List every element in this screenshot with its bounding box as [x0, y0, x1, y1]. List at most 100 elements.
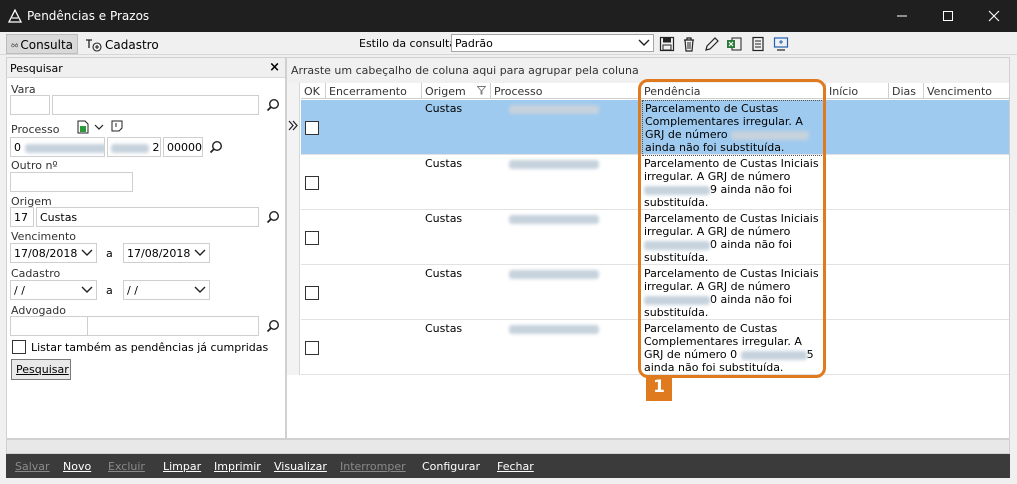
processo-field-1[interactable]: 0	[10, 137, 105, 157]
estilo-label: Estilo da consulta	[359, 37, 457, 50]
chevron-down-icon	[194, 249, 206, 256]
row-ok-checkbox[interactable]	[305, 231, 319, 245]
processo-field-2[interactable]: 2	[107, 137, 161, 157]
row-processo-redacted	[509, 160, 599, 169]
row-origem: Custas	[425, 267, 463, 280]
add-text-icon	[86, 39, 102, 52]
document-list-icon[interactable]	[750, 36, 766, 52]
advogado-code-input[interactable]	[10, 316, 88, 336]
limpar-button[interactable]: Limpar	[163, 460, 201, 473]
visualizar-button[interactable]: Visualizar	[274, 460, 327, 473]
window-title: Pendências e Prazos	[27, 9, 150, 23]
horizontal-scrollbar[interactable]	[6, 439, 1010, 454]
cadastro-to-select[interactable]: / /	[123, 280, 210, 300]
current-row-indicator-icon	[288, 120, 298, 131]
row-processo-redacted	[509, 270, 599, 279]
cadastro-label: Cadastro	[11, 267, 61, 280]
row-processo-redacted	[509, 325, 599, 334]
row-origem: Custas	[425, 212, 463, 225]
minimize-button[interactable]	[879, 0, 925, 32]
save-icon[interactable]	[659, 36, 675, 52]
tab-cadastro-label: Cadastro	[105, 38, 159, 52]
excluir-button[interactable]: Excluir	[108, 460, 145, 473]
row-ok-checkbox[interactable]	[305, 341, 319, 355]
chevron-down-icon	[81, 286, 93, 293]
estilo-value: Padrão	[455, 37, 493, 50]
search-panel-title: Pesquisar	[10, 62, 63, 75]
close-panel-icon[interactable]: ×	[269, 60, 280, 75]
search-icon[interactable]	[266, 98, 280, 112]
outro-input[interactable]	[10, 172, 133, 192]
tab-consulta[interactable]: Consulta	[6, 34, 78, 54]
close-window-button[interactable]	[971, 0, 1017, 32]
callout-highlight-box	[638, 79, 826, 378]
search-panel-header: Pesquisar ×	[7, 58, 285, 78]
vencimento-a-label: a	[106, 247, 113, 260]
note-icon[interactable]	[111, 120, 123, 132]
processo-field-3[interactable]: 00000	[163, 137, 203, 157]
novo-button[interactable]: Novo	[63, 460, 91, 473]
search-icon[interactable]	[266, 210, 280, 224]
configurar-button[interactable]: Configurar	[422, 460, 480, 473]
row-processo-redacted	[509, 105, 599, 114]
row-ok-checkbox[interactable]	[305, 121, 319, 135]
estilo-select[interactable]: Padrão	[451, 34, 654, 52]
title-bar: Pendências e Prazos	[0, 0, 1017, 32]
row-origem: Custas	[425, 102, 463, 115]
column-header-processo[interactable]: Processo	[491, 83, 641, 99]
binoculars-icon	[11, 42, 19, 48]
row-indicator-column	[287, 83, 300, 375]
vencimento-label: Vencimento	[11, 230, 77, 243]
chevron-down-icon	[638, 39, 650, 46]
tab-cadastro[interactable]: Cadastro	[81, 34, 163, 54]
maximize-button[interactable]	[925, 0, 971, 32]
outro-label: Outro nº	[11, 159, 58, 172]
cadastro-from-select[interactable]: / /	[10, 280, 97, 300]
interromper-button[interactable]: Interromper	[340, 460, 406, 473]
row-origem: Custas	[425, 157, 463, 170]
column-header-origem[interactable]: Origem	[422, 83, 491, 99]
row-ok-checkbox[interactable]	[305, 286, 319, 300]
document-add-icon[interactable]	[76, 120, 90, 134]
column-header-dias[interactable]: Dias	[889, 83, 924, 99]
row-origem: Custas	[425, 322, 463, 335]
screen-export-icon[interactable]	[773, 36, 789, 52]
column-header-encerramento[interactable]: Encerramento	[326, 83, 422, 99]
minimize-icon	[897, 15, 907, 17]
vara-name-input[interactable]	[52, 95, 259, 115]
bottom-action-bar: Salvar Novo Excluir Limpar Imprimir Visu…	[6, 454, 1010, 478]
origem-name-input[interactable]: Custas	[36, 207, 259, 227]
search-panel: Pesquisar × Vara Processo 0 2 00000 Outr…	[6, 57, 286, 439]
cumpridas-label: Listar também as pendências já cumpridas	[31, 341, 269, 354]
chevron-down-icon[interactable]	[94, 124, 104, 132]
salvar-button[interactable]: Salvar	[15, 460, 50, 473]
vencimento-from-select[interactable]: 17/08/2018	[10, 243, 97, 263]
close-icon	[988, 10, 1000, 22]
column-header-inicio[interactable]: Início	[826, 83, 889, 99]
chevron-down-icon	[81, 249, 93, 256]
search-icon[interactable]	[266, 319, 280, 333]
chevron-down-icon	[194, 286, 206, 293]
advogado-name-input[interactable]	[87, 316, 259, 336]
column-header-vencimento[interactable]: Vencimento	[924, 83, 1009, 99]
vencimento-to-select[interactable]: 17/08/2018	[123, 243, 210, 263]
vara-code-input[interactable]	[10, 95, 50, 115]
app-logo-icon	[8, 9, 22, 23]
imprimir-button[interactable]: Imprimir	[214, 460, 261, 473]
column-header-ok[interactable]: OK	[301, 83, 326, 99]
cadastro-a-label: a	[106, 284, 113, 297]
filter-icon[interactable]	[477, 86, 486, 95]
pencil-icon[interactable]	[704, 36, 720, 52]
fechar-button[interactable]: Fechar	[497, 460, 534, 473]
tab-consulta-label: Consulta	[20, 38, 73, 52]
origem-code-input[interactable]: 17	[10, 207, 34, 227]
cumpridas-checkbox[interactable]	[12, 340, 26, 354]
row-processo-redacted	[509, 215, 599, 224]
row-ok-checkbox[interactable]	[305, 176, 319, 190]
pesquisar-button[interactable]: Pesquisar	[11, 359, 71, 380]
trash-icon[interactable]	[681, 36, 697, 52]
callout-number-badge: 1	[646, 376, 672, 401]
search-icon[interactable]	[209, 140, 223, 154]
processo-label: Processo	[11, 123, 60, 136]
excel-export-icon[interactable]	[726, 36, 742, 52]
